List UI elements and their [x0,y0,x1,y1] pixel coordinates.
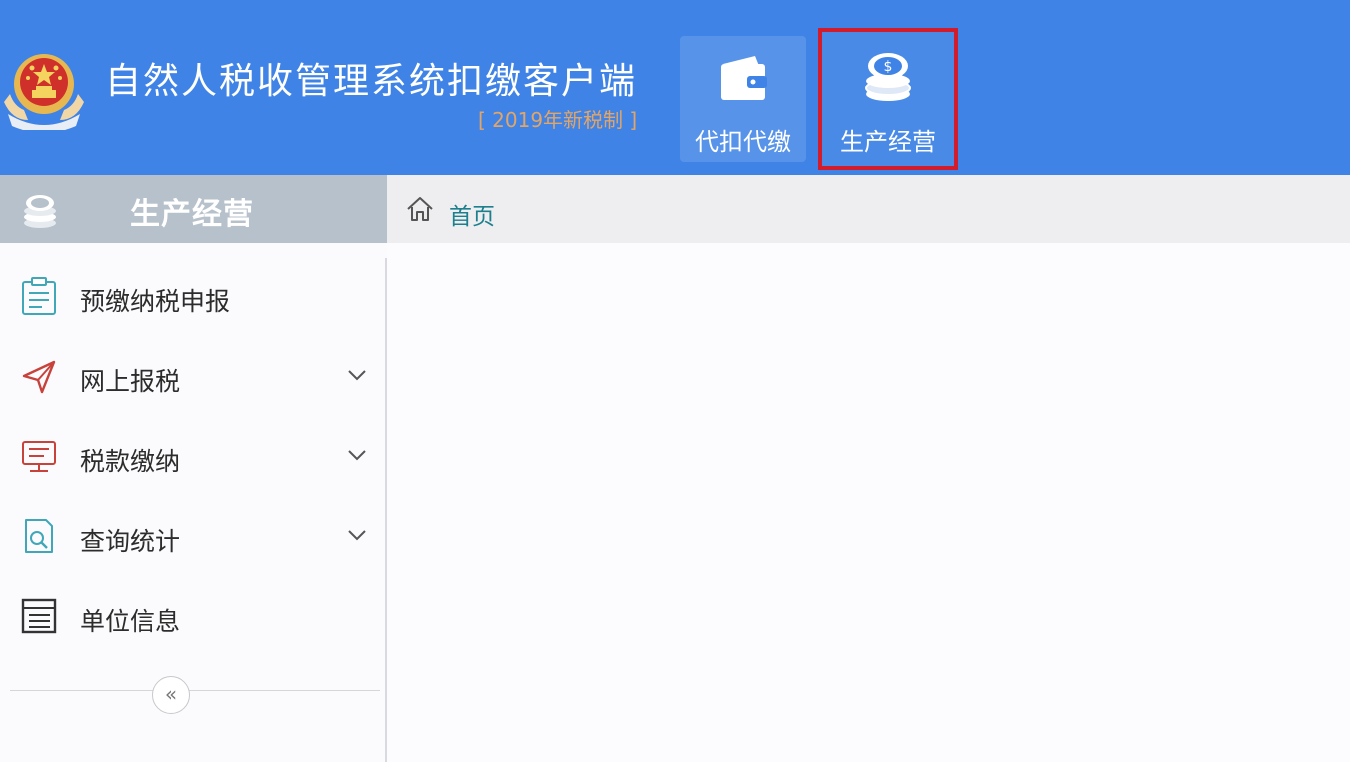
sidebar-bottom-divider [10,690,380,691]
main-content-area [387,243,1350,762]
sidebar-collapse-button[interactable]: « [152,676,190,714]
home-icon[interactable] [405,195,435,223]
monitor-icon [22,441,56,472]
chevron-down-icon[interactable] [347,448,367,462]
chevron-down-icon[interactable] [347,368,367,382]
sidebar-header: 生产经营 [0,175,387,243]
sidebar-item-label: 查询统计 [80,527,181,556]
top-nav-label: 生产经营 [840,128,936,156]
sidebar-title: 生产经营 [130,197,254,232]
sidebar-item-unit-info[interactable]: 单位信息 [0,578,385,658]
top-nav-withholding-button[interactable]: 代扣代缴 [680,36,806,162]
chevron-down-icon[interactable] [347,528,367,542]
app-subtitle: [ 2019年新税制 ] [478,108,638,132]
list-icon [21,598,57,634]
sidebar-item-label: 预缴纳税申报 [80,287,231,316]
top-nav-label: 代扣代缴 [695,128,791,156]
sidebar-item-query-statistics[interactable]: 查询统计 [0,498,385,578]
sidebar-item-prepaid-declaration[interactable]: 预缴纳税申报 [0,258,385,338]
top-nav-production-button[interactable]: $ 生产经营 [818,28,958,170]
breadcrumb-home-link[interactable]: 首页 [449,197,495,231]
app-header: 自然人税收管理系统扣缴客户端 [ 2019年新税制 ] 代扣代缴 $ 生产经营 [0,0,1350,175]
sidebar-item-label: 税款缴纳 [80,447,181,476]
clipboard-icon [22,277,56,315]
search-document-icon [25,519,53,553]
breadcrumb: 首页 [387,175,1350,243]
wallet-icon [721,56,767,100]
sidebar-item-label: 网上报税 [80,367,181,396]
coin-stack-icon [24,195,56,228]
sidebar-item-online-tax-filing[interactable]: 网上报税 [0,338,385,418]
sidebar-item-label: 单位信息 [80,607,181,636]
send-icon [22,360,56,394]
sidebar-item-tax-payment[interactable]: 税款缴纳 [0,418,385,498]
svg-text:$: $ [884,59,893,75]
coin-stack-icon: $ [865,53,911,101]
national-emblem-icon [4,54,84,130]
app-title: 自然人税收管理系统扣缴客户端 [105,61,638,102]
